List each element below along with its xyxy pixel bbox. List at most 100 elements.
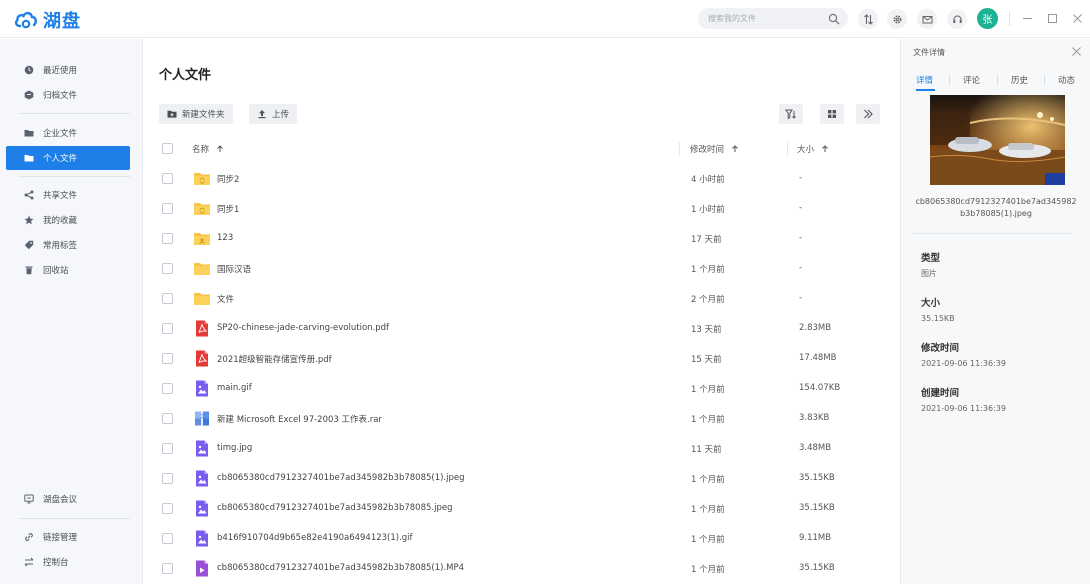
file-size: -	[799, 173, 803, 183]
column-size-header[interactable]: 大小	[797, 143, 829, 155]
file-size: -	[799, 203, 803, 213]
table-row[interactable]: SP20-chinese-jade-carving-evolution.pdf 1…	[159, 314, 882, 344]
file-name[interactable]: 文件	[217, 293, 234, 305]
file-name[interactable]: timg.jpg	[217, 443, 252, 453]
row-checkbox[interactable]	[162, 413, 173, 424]
file-name[interactable]: 2021超级智能存储宣传册.pdf	[217, 353, 332, 365]
sync-folder-icon	[193, 170, 211, 187]
table-row[interactable]: 国际汉语 1 个月前 -	[159, 254, 882, 284]
table-row[interactable]: cb8065380cd7912327401be7ad345982b3b78085…	[159, 464, 882, 494]
select-all-checkbox[interactable]	[162, 143, 173, 154]
filter-button[interactable]	[779, 104, 803, 124]
table-row[interactable]: 文件 2 个月前 -	[159, 284, 882, 314]
details-file-name: cb8065380cd7912327401be7ad345982b3b78085…	[915, 197, 1077, 218]
column-name-header[interactable]: 名称	[192, 143, 224, 155]
tab-details[interactable]: 详情	[916, 74, 933, 86]
row-checkbox[interactable]	[162, 443, 173, 454]
column-modified-header[interactable]: 修改时间	[690, 143, 739, 155]
logo[interactable]: 湖盘	[14, 7, 81, 33]
maximize-button[interactable]	[1045, 11, 1059, 25]
row-checkbox[interactable]	[162, 203, 173, 214]
search-icon[interactable]	[828, 13, 840, 25]
file-preview-image[interactable]	[930, 95, 1065, 185]
file-name[interactable]: cb8065380cd7912327401be7ad345982b3b78085…	[217, 503, 452, 513]
headset-icon	[952, 14, 962, 23]
file-name[interactable]: 新建 Microsoft Excel 97-2003 工作表.rar	[217, 413, 382, 425]
table-row[interactable]: 新建 Microsoft Excel 97-2003 工作表.rar 1 个月前 3…	[159, 404, 882, 434]
divider	[1009, 12, 1010, 26]
upload-button[interactable]: 上传	[249, 104, 298, 124]
row-checkbox[interactable]	[162, 263, 173, 274]
row-checkbox[interactable]	[162, 323, 173, 334]
row-checkbox[interactable]	[162, 353, 173, 364]
file-name[interactable]: cb8065380cd7912327401be7ad345982b3b78085…	[217, 473, 465, 483]
table-row[interactable]: cb8065380cd7912327401be7ad345982b3b78085…	[159, 554, 882, 584]
row-checkbox[interactable]	[162, 293, 173, 304]
file-size: 35.15KB	[799, 473, 835, 483]
grid-icon	[828, 110, 836, 118]
file-name[interactable]: 同步2	[217, 173, 239, 185]
file-name[interactable]: main.gif	[217, 383, 252, 393]
table-row[interactable]: 2021超级智能存储宣传册.pdf 15 天前 17.48MB	[159, 344, 882, 374]
sidebar-item-tags[interactable]: 常用标签	[6, 233, 130, 257]
table-row[interactable]: timg.jpg 11 天前 3.48MB	[159, 434, 882, 464]
sidebar-item-meeting[interactable]: 湖盘会议	[6, 487, 130, 511]
row-checkbox[interactable]	[162, 173, 173, 184]
messages-button[interactable]	[917, 9, 937, 29]
table-row[interactable]: cb8065380cd7912327401be7ad345982b3b78085…	[159, 494, 882, 524]
table-row[interactable]: 同步1 1 小时前 -	[159, 194, 882, 224]
sidebar-item-recent[interactable]: 最近使用	[6, 58, 130, 82]
sidebar-item-favorites[interactable]: 我的收藏	[6, 208, 130, 232]
transfer-button[interactable]	[858, 9, 878, 29]
sidebar-item-personal[interactable]: 个人文件	[6, 146, 130, 170]
file-name[interactable]: 国际汉语	[217, 263, 251, 275]
search-box[interactable]	[698, 8, 848, 29]
table-row[interactable]: b416f910704d9b65e82e4190a6494123(1).gif 1…	[159, 524, 882, 554]
close-window-button[interactable]	[1070, 11, 1084, 25]
column-label: 名称	[192, 145, 210, 155]
row-checkbox[interactable]	[162, 503, 173, 514]
support-button[interactable]	[947, 9, 967, 29]
sidebar-item-trash[interactable]: 回收站	[6, 258, 130, 282]
sidebar-item-shared[interactable]: 共享文件	[6, 183, 130, 207]
sidebar-item-console[interactable]: 控制台	[6, 550, 130, 574]
row-checkbox[interactable]	[162, 533, 173, 544]
tab-comments[interactable]: 评论	[963, 74, 980, 86]
trash-icon	[25, 266, 33, 275]
search-input[interactable]	[708, 14, 828, 23]
sidebar-item-links[interactable]: 链接管理	[6, 525, 130, 549]
divider	[679, 142, 680, 156]
table-row[interactable]: 123 17 天前 -	[159, 224, 882, 254]
tab-history[interactable]: 历史	[1011, 74, 1028, 86]
sidebar-item-enterprise[interactable]: 企业文件	[6, 121, 130, 145]
close-icon[interactable]	[1071, 46, 1082, 57]
divider	[997, 75, 998, 85]
row-checkbox[interactable]	[162, 563, 173, 574]
file-name[interactable]: b416f910704d9b65e82e4190a6494123(1).gif	[217, 533, 413, 543]
file-name[interactable]: 123	[217, 233, 233, 243]
table-row[interactable]: main.gif 1 个月前 154.07KB	[159, 374, 882, 404]
file-size: 3.83KB	[799, 413, 830, 423]
file-size: 2.83MB	[799, 323, 832, 333]
expand-panel-button[interactable]	[856, 104, 880, 124]
tab-activity[interactable]: 动态	[1058, 74, 1075, 86]
row-checkbox[interactable]	[162, 473, 173, 484]
new-folder-button[interactable]: 新建文件夹	[159, 104, 233, 124]
file-name[interactable]: SP20-chinese-jade-carving-evolution.pdf	[217, 323, 389, 333]
settings-button[interactable]	[887, 9, 907, 29]
details-title: 文件详情	[913, 48, 945, 57]
avatar[interactable]: 张	[977, 8, 998, 29]
row-checkbox[interactable]	[162, 383, 173, 394]
divider	[787, 142, 788, 156]
file-name[interactable]: 同步1	[217, 203, 239, 215]
file-name[interactable]: cb8065380cd7912327401be7ad345982b3b78085…	[217, 563, 464, 573]
size-label: 大小	[921, 298, 941, 309]
sidebar-item-archive[interactable]: 归档文件	[6, 83, 130, 107]
sidebar-item-label: 归档文件	[43, 91, 78, 101]
row-checkbox[interactable]	[162, 233, 173, 244]
file-size: 35.15KB	[799, 503, 835, 513]
table-row[interactable]: 同步2 4 小时前 -	[159, 164, 882, 194]
minimize-button[interactable]	[1020, 11, 1034, 25]
grid-view-button[interactable]	[820, 104, 844, 124]
folder-icon	[193, 290, 211, 307]
